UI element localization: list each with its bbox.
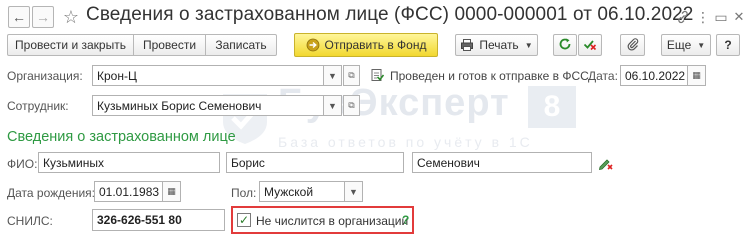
refresh-button[interactable] [553, 34, 577, 56]
print-label: Печать [479, 38, 519, 52]
chevron-down-icon: ▼ [697, 40, 706, 50]
birth-date-calendar-button[interactable]: ▦ [163, 181, 181, 202]
organization-dropdown-button[interactable]: ▼ [324, 65, 342, 86]
more-button[interactable]: Еще ▼ [661, 34, 711, 56]
birth-date-field[interactable]: 01.01.1983 [94, 181, 163, 202]
organization-label: Организация: [7, 69, 83, 83]
close-icon[interactable]: ✕ [730, 8, 748, 26]
snils-field[interactable]: 326-626-551 80 [92, 209, 225, 231]
printer-icon [460, 38, 474, 52]
gender-dropdown-button[interactable]: ▼ [345, 181, 363, 202]
help-button[interactable]: ? [716, 34, 740, 56]
gender-select[interactable]: Мужской [259, 181, 345, 202]
print-button[interactable]: Печать ▼ [455, 34, 538, 56]
clear-posting-button[interactable] [578, 34, 602, 56]
birth-date-label: Дата рождения: [7, 186, 95, 200]
unpost-icon [583, 37, 597, 54]
checkmark-icon: ✓ [238, 213, 250, 227]
employee-dropdown-button[interactable]: ▼ [324, 95, 342, 116]
section-title: Сведения о застрахованном лице [7, 129, 236, 145]
first-name-field[interactable]: Борис [226, 152, 404, 173]
attach-button[interactable] [620, 34, 645, 56]
paperclip-icon [626, 37, 640, 54]
send-icon [306, 38, 320, 52]
fio-label: ФИО: [7, 157, 38, 171]
last-name-field[interactable]: Кузьминых [38, 152, 220, 173]
not-listed-label[interactable]: Не числится в организации [256, 214, 408, 228]
middle-name-field[interactable]: Семенович [412, 152, 592, 173]
forward-button[interactable]: → [32, 6, 54, 28]
employee-label: Сотрудник: [7, 99, 69, 113]
document-status-icon [370, 68, 385, 82]
employee-open-button[interactable]: ⧉ [343, 95, 360, 116]
forward-arrow-icon: → [36, 9, 50, 25]
gender-label: Пол: [231, 186, 257, 200]
back-arrow-icon: ← [12, 9, 26, 25]
open-icon: ⧉ [348, 100, 355, 110]
window-icon[interactable]: ▭ [712, 8, 730, 26]
chevron-down-icon: ▼ [328, 100, 337, 111]
more-label: Еще [666, 38, 692, 52]
calendar-icon: ▦ [167, 186, 176, 196]
page-title: Сведения о застрахованном лице (ФСС) 000… [86, 4, 694, 25]
date-label: Дата: [588, 69, 618, 83]
organization-field[interactable]: Крон-Ц [92, 65, 324, 86]
organization-open-button[interactable]: ⧉ [343, 65, 360, 86]
chevron-down-icon: ▼ [524, 40, 533, 50]
watermark-tagline: База ответов по учёту в 1С [278, 134, 533, 150]
save-button[interactable]: Записать [205, 34, 277, 56]
chevron-down-icon: ▼ [328, 70, 337, 81]
open-icon: ⧉ [348, 70, 355, 80]
status-text: Проведен и готов к отправке в ФСС [390, 69, 589, 83]
star-icon[interactable]: ☆ [62, 7, 80, 27]
link-icon[interactable] [674, 8, 692, 26]
watermark-badge: 8 [528, 86, 576, 128]
help-question-icon[interactable]: ? [402, 213, 409, 227]
edit-name-icon[interactable] [598, 155, 614, 171]
chevron-down-icon: ▼ [349, 186, 358, 197]
back-button[interactable]: ← [8, 6, 30, 28]
post-and-close-button[interactable]: Провести и закрыть [7, 34, 134, 56]
refresh-icon [558, 37, 572, 54]
date-calendar-button[interactable]: ▦ [688, 65, 706, 86]
calendar-icon: ▦ [692, 70, 701, 80]
more-vertical-icon[interactable]: ⋮ [694, 8, 712, 26]
employee-field[interactable]: Кузьминых Борис Семенович [92, 95, 324, 116]
send-to-fund-label: Отправить в Фонд [324, 38, 427, 52]
help-icon: ? [724, 38, 732, 52]
post-button[interactable]: Провести [133, 34, 206, 56]
snils-label: СНИЛС: [7, 214, 53, 228]
date-field[interactable]: 06.10.2022 [620, 65, 688, 86]
send-to-fund-button[interactable]: Отправить в Фонд [294, 33, 438, 57]
not-listed-checkbox[interactable]: ✓ [237, 213, 251, 227]
